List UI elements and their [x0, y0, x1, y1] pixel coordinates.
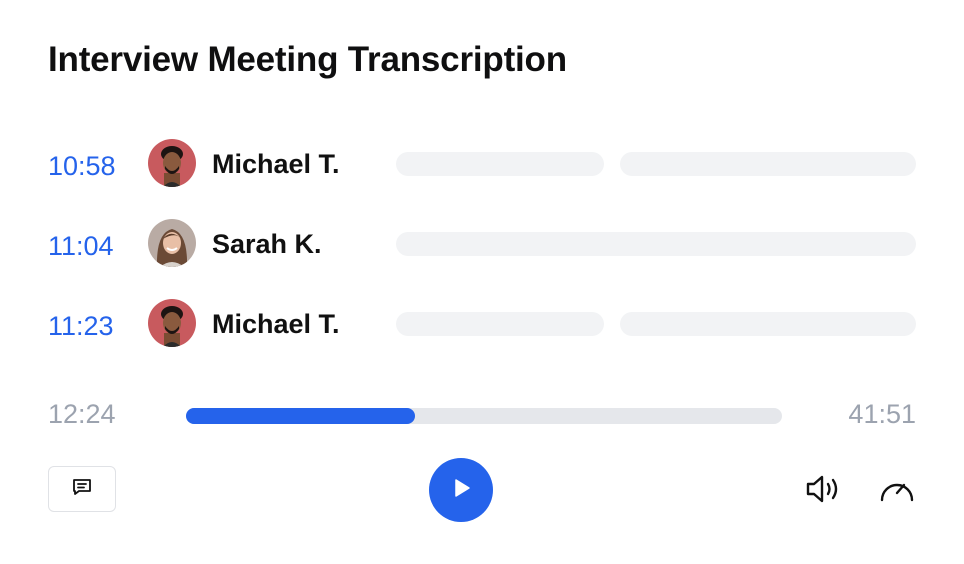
transcript-timestamp[interactable]: 10:58	[48, 151, 116, 182]
volume-button[interactable]	[803, 471, 845, 511]
play-icon	[449, 476, 473, 505]
transcript-placeholder	[620, 152, 916, 176]
speedometer-icon	[877, 471, 917, 512]
volume-icon	[804, 471, 844, 512]
transcript-placeholder	[396, 232, 916, 256]
comment-button[interactable]	[48, 466, 116, 512]
transcript-row[interactable]: 11:04 Sarah K.	[48, 219, 916, 269]
transcript-timestamp[interactable]: 11:04	[48, 231, 114, 262]
playback-speed-button[interactable]	[877, 471, 917, 511]
transcript-placeholder	[396, 152, 604, 176]
comment-icon	[70, 475, 94, 504]
transcript-timestamp[interactable]: 11:23	[48, 311, 114, 342]
play-button[interactable]	[429, 458, 493, 522]
total-time: 41:51	[848, 399, 916, 429]
transcript-placeholder	[396, 312, 604, 336]
avatar	[148, 139, 196, 187]
progress-fill	[186, 408, 416, 424]
avatar	[148, 219, 196, 267]
speaker-name: Michael T.	[212, 309, 340, 339]
progress-bar[interactable]	[186, 408, 782, 424]
page-title: Interview Meeting Transcription	[48, 40, 567, 79]
transcript-placeholder	[620, 312, 916, 336]
speaker-name: Sarah K.	[212, 229, 322, 259]
transcript-row[interactable]: 10:58 Michael T.	[48, 139, 916, 189]
transcript-row[interactable]: 11:23 Michael T.	[48, 299, 916, 349]
avatar	[148, 299, 196, 347]
elapsed-time: 12:24	[48, 399, 116, 429]
speaker-name: Michael T.	[212, 149, 340, 179]
